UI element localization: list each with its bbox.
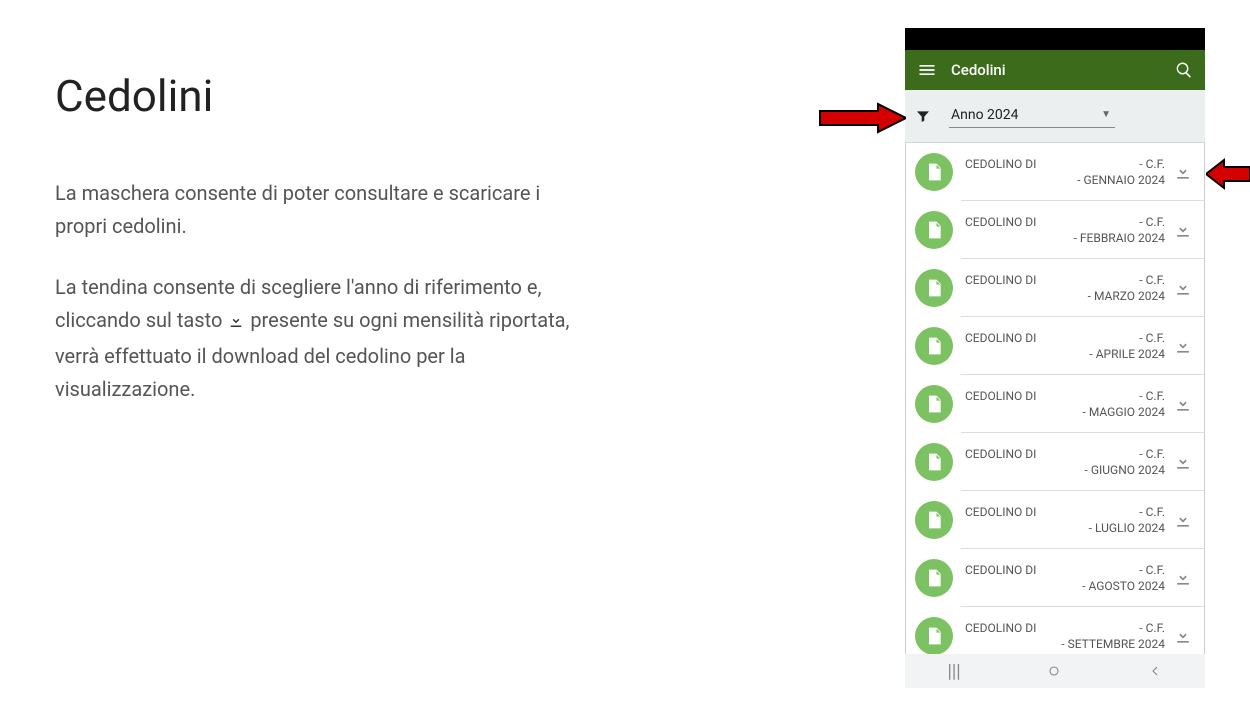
doc-icon (915, 501, 953, 539)
callout-arrow-right (1206, 156, 1250, 192)
download-button[interactable] (1173, 220, 1193, 240)
list-item-text: CEDOLINO DI - C.F.- AGOSTO 2024 (965, 562, 1165, 594)
list-item-text: CEDOLINO DI - C.F.- FEBBRAIO 2024 (965, 214, 1165, 246)
download-button[interactable] (1173, 278, 1193, 298)
intro-paragraph-2: La tendina consente di scegliere l'anno … (55, 271, 585, 406)
doc-icon (915, 443, 953, 481)
list-item-suffix: - C.F. (1139, 562, 1165, 578)
phone-status-bar (905, 28, 1205, 50)
list-item-title: CEDOLINO DI (965, 505, 1036, 519)
list-item[interactable]: CEDOLINO DI - C.F.- MARZO 2024 (905, 259, 1205, 317)
list-item[interactable]: CEDOLINO DI - C.F.- GENNAIO 2024 (905, 143, 1205, 201)
list-item-text: CEDOLINO DI - C.F.- MARZO 2024 (965, 272, 1165, 304)
download-button[interactable] (1173, 162, 1193, 182)
doc-icon (915, 269, 953, 307)
list-item[interactable]: CEDOLINO DI - C.F.- APRILE 2024 (905, 317, 1205, 375)
download-icon (227, 307, 245, 340)
filter-icon[interactable] (915, 108, 931, 124)
list-item-period: - MAGGIO 2024 (965, 404, 1165, 420)
download-button[interactable] (1173, 336, 1193, 356)
intro-paragraph-1: La maschera consente di poter consultare… (55, 177, 585, 243)
list-item-suffix: - C.F. (1139, 156, 1165, 172)
list-item[interactable]: CEDOLINO DI - C.F.- FEBBRAIO 2024 (905, 201, 1205, 259)
list-item-period: - SETTEMBRE 2024 (965, 636, 1165, 652)
list-item-period: - LUGLIO 2024 (965, 520, 1165, 536)
doc-icon (915, 211, 953, 249)
list-item-suffix: - C.F. (1139, 620, 1165, 636)
list-item-suffix: - C.F. (1139, 446, 1165, 462)
home-button[interactable] (1046, 663, 1062, 679)
list-item-title: CEDOLINO DI (965, 447, 1036, 461)
list-item-period: - APRILE 2024 (965, 346, 1165, 362)
list-item-title: CEDOLINO DI (965, 563, 1036, 577)
download-button[interactable] (1173, 510, 1193, 530)
list-item[interactable]: CEDOLINO DI - C.F.- GIUGNO 2024 (905, 433, 1205, 491)
list-item-period: - GIUGNO 2024 (965, 462, 1165, 478)
download-button[interactable] (1173, 626, 1193, 646)
list-item-title: CEDOLINO DI (965, 273, 1036, 287)
chevron-down-icon: ▼ (1101, 110, 1111, 120)
doc-icon (915, 153, 953, 191)
recents-button[interactable]: ||| (947, 661, 960, 682)
android-nav-bar: ||| (905, 654, 1205, 688)
list-item-text: CEDOLINO DI - C.F.- MAGGIO 2024 (965, 388, 1165, 420)
list-item-title: CEDOLINO DI (965, 389, 1036, 403)
filter-bar: Anno 2024 ▼ (905, 90, 1205, 143)
list-item-period: - MARZO 2024 (965, 288, 1165, 304)
list-item-suffix: - C.F. (1139, 504, 1165, 520)
doc-icon (915, 385, 953, 423)
phone-mock: Cedolini Anno 2024 ▼ CEDOLINO DI- C.F.- … (905, 28, 1205, 688)
list-item-text: CEDOLINO DI - C.F.- GIUGNO 2024 (965, 446, 1165, 478)
list-item-title: CEDOLINO DI (965, 621, 1036, 635)
list-item-suffix: - C.F. (1139, 272, 1165, 288)
list-item-title: CEDOLINO DI (965, 157, 1036, 171)
list-item-title: CEDOLINO DI (965, 331, 1036, 345)
menu-icon[interactable] (917, 60, 937, 80)
list-item-text: CEDOLINO DI - C.F.- SETTEMBRE 2024 (965, 620, 1165, 652)
list-item[interactable]: CEDOLINO DI - C.F.- AGOSTO 2024 (905, 549, 1205, 607)
doc-icon (915, 327, 953, 365)
year-dropdown-value: Anno 2024 (951, 107, 1019, 123)
list-item[interactable]: CEDOLINO DI - C.F.- LUGLIO 2024 (905, 491, 1205, 549)
list-item-period: - FEBBRAIO 2024 (965, 230, 1165, 246)
list-item-suffix: - C.F. (1139, 214, 1165, 230)
app-bar: Cedolini (905, 50, 1205, 90)
download-button[interactable] (1173, 568, 1193, 588)
list-item-text: CEDOLINO DI - C.F.- LUGLIO 2024 (965, 504, 1165, 536)
back-button[interactable] (1147, 663, 1163, 679)
app-bar-title: Cedolini (951, 61, 1006, 79)
search-icon[interactable] (1175, 61, 1193, 79)
list-item-title: CEDOLINO DI (965, 215, 1036, 229)
callout-arrow-left (818, 100, 906, 136)
list-item-suffix: - C.F. (1139, 330, 1165, 346)
download-button[interactable] (1173, 452, 1193, 472)
list-item-text: CEDOLINO DI - C.F.- GENNAIO 2024 (965, 156, 1165, 188)
list-item-period: - GENNAIO 2024 (965, 172, 1165, 188)
list-item-text: CEDOLINO DI - C.F.- APRILE 2024 (965, 330, 1165, 362)
list-item[interactable]: CEDOLINO DI - C.F.- MAGGIO 2024 (905, 375, 1205, 433)
payslip-list: CEDOLINO DI- C.F.- GENNAIO 2024CEDOLINO … (905, 143, 1205, 665)
doc-icon (915, 559, 953, 597)
page-title: Cedolini (55, 70, 585, 122)
list-item-period: - AGOSTO 2024 (965, 578, 1165, 594)
year-dropdown[interactable]: Anno 2024 ▼ (949, 105, 1115, 128)
download-button[interactable] (1173, 394, 1193, 414)
doc-icon (915, 617, 953, 655)
list-item-suffix: - C.F. (1139, 388, 1165, 404)
